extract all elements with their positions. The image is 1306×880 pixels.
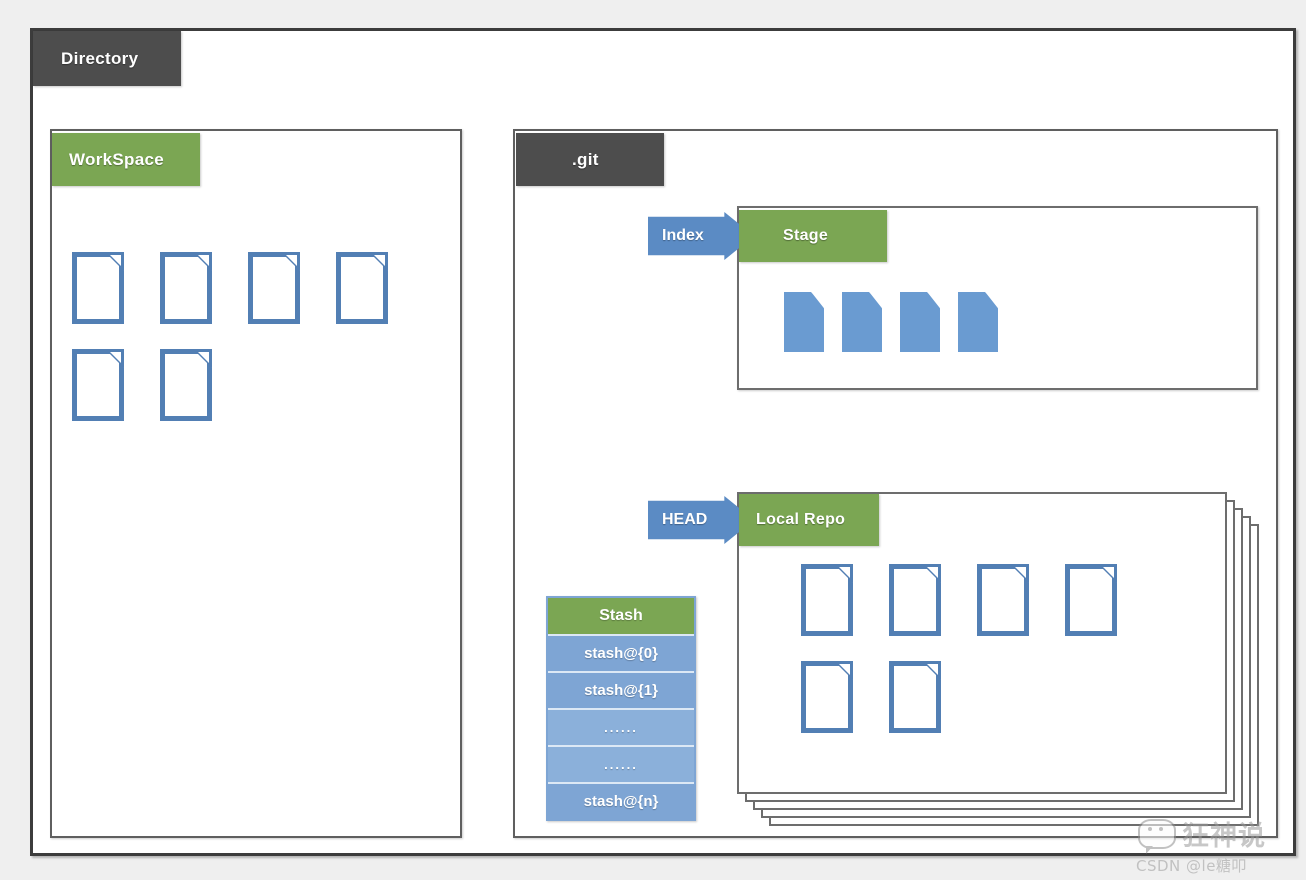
file-icon [801, 564, 853, 636]
directory-label-text: Directory [61, 48, 139, 68]
head-arrow-label: HEAD [662, 511, 708, 528]
stage-label-text: Stage [783, 227, 829, 244]
git-label: .git [516, 133, 664, 186]
stash-row: stash@{n} [548, 782, 694, 819]
stage-file-group [784, 292, 998, 352]
local-repo-file-group [801, 564, 1201, 774]
stash-header-text: Stash [599, 607, 643, 624]
stash-row-label: ...... [604, 720, 638, 735]
file-icon [336, 252, 388, 324]
stash-row-label: stash@{0} [584, 645, 658, 662]
local-repo-label: Local Repo [739, 494, 879, 546]
workspace-label: WorkSpace [52, 133, 200, 186]
watermark-credit-text: CSDN @le糖叩 [1136, 857, 1247, 875]
stash-row: stash@{1} [548, 671, 694, 708]
file-icon [160, 252, 212, 324]
stash-table: Stash stash@{0} stash@{1} ...... ...... … [546, 596, 696, 821]
local-repo-file-row [801, 661, 1201, 733]
git-label-text: .git [572, 149, 599, 169]
local-repo-file-row [801, 564, 1201, 636]
stash-header: Stash [548, 598, 694, 634]
file-icon [72, 349, 124, 421]
stash-row: stash@{0} [548, 634, 694, 671]
stash-row-label: stash@{1} [584, 682, 658, 699]
file-icon [160, 349, 212, 421]
file-icon [1065, 564, 1117, 636]
index-arrow-label: Index [662, 227, 704, 244]
staged-file-icon [900, 292, 940, 352]
workspace-file-row [72, 349, 388, 421]
staged-file-icon [958, 292, 998, 352]
workspace-panel [50, 129, 462, 838]
workspace-file-group [72, 252, 388, 421]
directory-label: Directory [33, 31, 181, 86]
file-icon [889, 661, 941, 733]
file-icon [72, 252, 124, 324]
workspace-label-text: WorkSpace [69, 149, 164, 169]
staged-file-icon [842, 292, 882, 352]
file-icon [801, 661, 853, 733]
stash-row-label: ...... [604, 757, 638, 772]
workspace-file-row [72, 252, 388, 324]
stash-row: ...... [548, 708, 694, 745]
stash-row: ...... [548, 745, 694, 782]
file-icon [977, 564, 1029, 636]
stage-label: Stage [739, 210, 887, 262]
diagram-canvas: Directory WorkSpace .git Index Stage HEA… [0, 0, 1306, 880]
stash-row-label: stash@{n} [583, 793, 659, 810]
file-icon [889, 564, 941, 636]
local-repo-label-text: Local Repo [756, 511, 846, 528]
staged-file-icon [784, 292, 824, 352]
file-icon [248, 252, 300, 324]
